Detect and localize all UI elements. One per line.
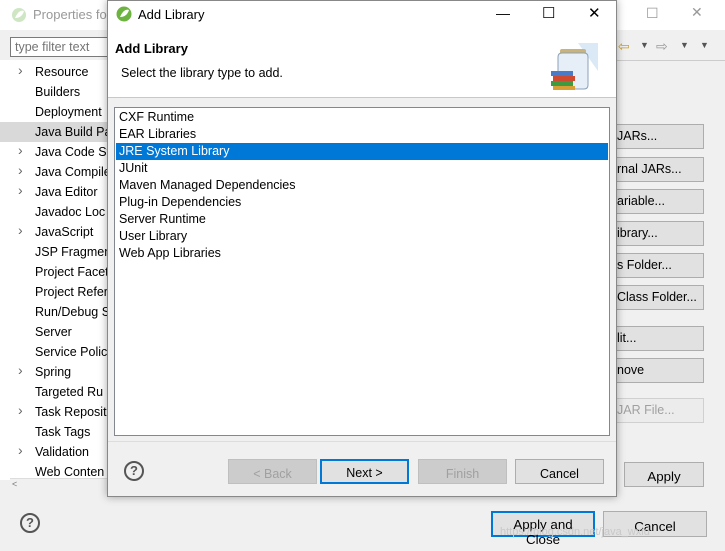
tree-item-label: Deployment — [35, 105, 102, 119]
library-type-item[interactable]: CXF Runtime — [116, 109, 608, 126]
filter-input[interactable] — [10, 37, 110, 57]
tree-item-label: Web Conten — [35, 465, 105, 479]
chevron-right-icon[interactable]: › — [18, 402, 23, 418]
tree-item[interactable]: Service Polic — [0, 342, 120, 362]
tree-item-label: Spring — [35, 365, 72, 379]
close-icon[interactable]: ✕ — [691, 4, 703, 21]
library-jar-icon — [551, 43, 598, 90]
library-type-item[interactable]: User Library — [116, 228, 608, 245]
tree-item-label: JSP Fragmen — [35, 245, 112, 259]
tree-item[interactable]: Run/Debug S — [0, 302, 120, 322]
tree-item-label: Javadoc Loc — [35, 205, 106, 219]
tree-item-label: Java Code St — [35, 145, 111, 159]
tree-item[interactable]: Builders — [0, 82, 120, 102]
tree-item-label: Run/Debug S — [35, 305, 111, 319]
forward-arrow-icon[interactable]: ⇨ — [656, 38, 668, 55]
help-icon[interactable]: ? — [20, 513, 40, 533]
tree-item-label: Service Polic — [35, 345, 108, 359]
properties-tree: › Resource Builders Deployment Java Build Pa… — [0, 60, 120, 480]
tree-horizontal-scrollbar[interactable]: < — [10, 478, 110, 493]
tree-item-label: Server — [35, 325, 72, 339]
tree-item[interactable]: › Java Compile — [0, 162, 120, 182]
tree-item-label: Project Refer — [35, 285, 108, 299]
tree-item-label: Java Compile — [35, 165, 111, 179]
close-icon[interactable]: ✕ — [588, 4, 601, 22]
tree-item-label: JavaScript — [35, 225, 94, 239]
tree-item[interactable]: › JavaScript — [0, 222, 120, 242]
library-type-item[interactable]: JUnit — [116, 160, 608, 177]
library-type-list[interactable]: CXF Runtime EAR Libraries JRE System Libra… — [114, 107, 610, 436]
tree-item[interactable]: Task Tags — [0, 422, 120, 442]
library-type-item[interactable]: Server Runtime — [116, 211, 608, 228]
chevron-right-icon[interactable]: › — [18, 142, 23, 158]
chevron-right-icon[interactable]: › — [18, 362, 23, 378]
tree-item-label: Task Reposit — [35, 405, 107, 419]
dialog-heading: Add Library — [115, 41, 188, 56]
tree-item-label: Java Build Pa — [35, 125, 112, 139]
dialog-title: Add Library — [138, 7, 205, 22]
spring-icon — [116, 6, 132, 22]
spring-icon — [12, 8, 26, 22]
dialog-header: Add Library Select the library type to a… — [108, 29, 616, 98]
tree-item[interactable]: Java Build Pa — [0, 122, 120, 142]
tree-item[interactable]: Targeted Ru — [0, 382, 120, 402]
dialog-description: Select the library type to add. — [121, 66, 283, 80]
tree-item-label: Project Facet — [35, 265, 109, 279]
chevron-right-icon[interactable]: › — [18, 182, 23, 198]
tree-item-label: Resource — [35, 65, 89, 79]
properties-title: Properties fo — [33, 7, 107, 22]
next-button[interactable]: Next > — [320, 459, 409, 484]
tree-item-label: Task Tags — [35, 425, 91, 439]
dialog-titlebar: Add Library — ☐ ✕ — [108, 1, 616, 29]
chevron-right-icon[interactable]: › — [18, 162, 23, 178]
library-type-item[interactable]: JRE System Library — [116, 143, 608, 160]
menu-icon[interactable]: ▼ — [700, 40, 709, 50]
tree-item-label: Java Editor — [35, 185, 98, 199]
scroll-left-icon[interactable]: < — [12, 479, 17, 489]
tree-item[interactable]: › Resource — [0, 62, 120, 82]
chevron-down-icon[interactable]: ▼ — [680, 40, 689, 50]
divider — [108, 441, 616, 442]
tree-item-label: Targeted Ru — [35, 385, 104, 399]
help-icon[interactable]: ? — [124, 461, 144, 481]
maximize-icon[interactable]: ☐ — [542, 4, 555, 22]
tree-item[interactable]: Server — [0, 322, 120, 342]
library-type-item[interactable]: EAR Libraries — [116, 126, 608, 143]
tree-item[interactable]: JSP Fragmen — [0, 242, 120, 262]
add-library-dialog: Add Library — ☐ ✕ Add Library Select the… — [107, 0, 617, 497]
tree-item[interactable]: Deployment — [0, 102, 120, 122]
tree-item[interactable]: Javadoc Loc — [0, 202, 120, 222]
dialog-cancel-button[interactable]: Cancel — [515, 459, 604, 484]
back-button[interactable]: < Back — [228, 459, 317, 484]
tree-item[interactable]: Project Facet — [0, 262, 120, 282]
tree-item[interactable]: › Java Editor — [0, 182, 120, 202]
finish-button[interactable]: Finish — [418, 459, 507, 484]
tree-item[interactable]: › Spring — [0, 362, 120, 382]
maximize-icon[interactable]: ☐ — [646, 5, 659, 22]
tree-item[interactable]: › Java Code St — [0, 142, 120, 162]
back-arrow-icon[interactable]: ⇦ — [618, 38, 630, 55]
tree-item[interactable]: Project Refer — [0, 282, 120, 302]
tree-item-label: Validation — [35, 445, 89, 459]
tree-item[interactable]: › Validation — [0, 442, 120, 462]
chevron-right-icon[interactable]: › — [18, 442, 23, 458]
library-type-item[interactable]: Maven Managed Dependencies — [116, 177, 608, 194]
minimize-icon[interactable]: — — [496, 5, 510, 21]
chevron-right-icon[interactable]: › — [18, 222, 23, 238]
apply-button[interactable]: Apply — [624, 462, 704, 487]
library-type-item[interactable]: Web App Libraries — [116, 245, 608, 262]
tree-item-label: Builders — [35, 85, 81, 99]
library-type-item[interactable]: Plug-in Dependencies — [116, 194, 608, 211]
divider — [617, 60, 725, 61]
chevron-down-icon[interactable]: ▼ — [640, 40, 649, 50]
watermark: https://blog.csdn.net/java_wxid — [500, 526, 650, 538]
tree-item[interactable]: › Task Reposit — [0, 402, 120, 422]
chevron-right-icon[interactable]: › — [18, 62, 23, 78]
